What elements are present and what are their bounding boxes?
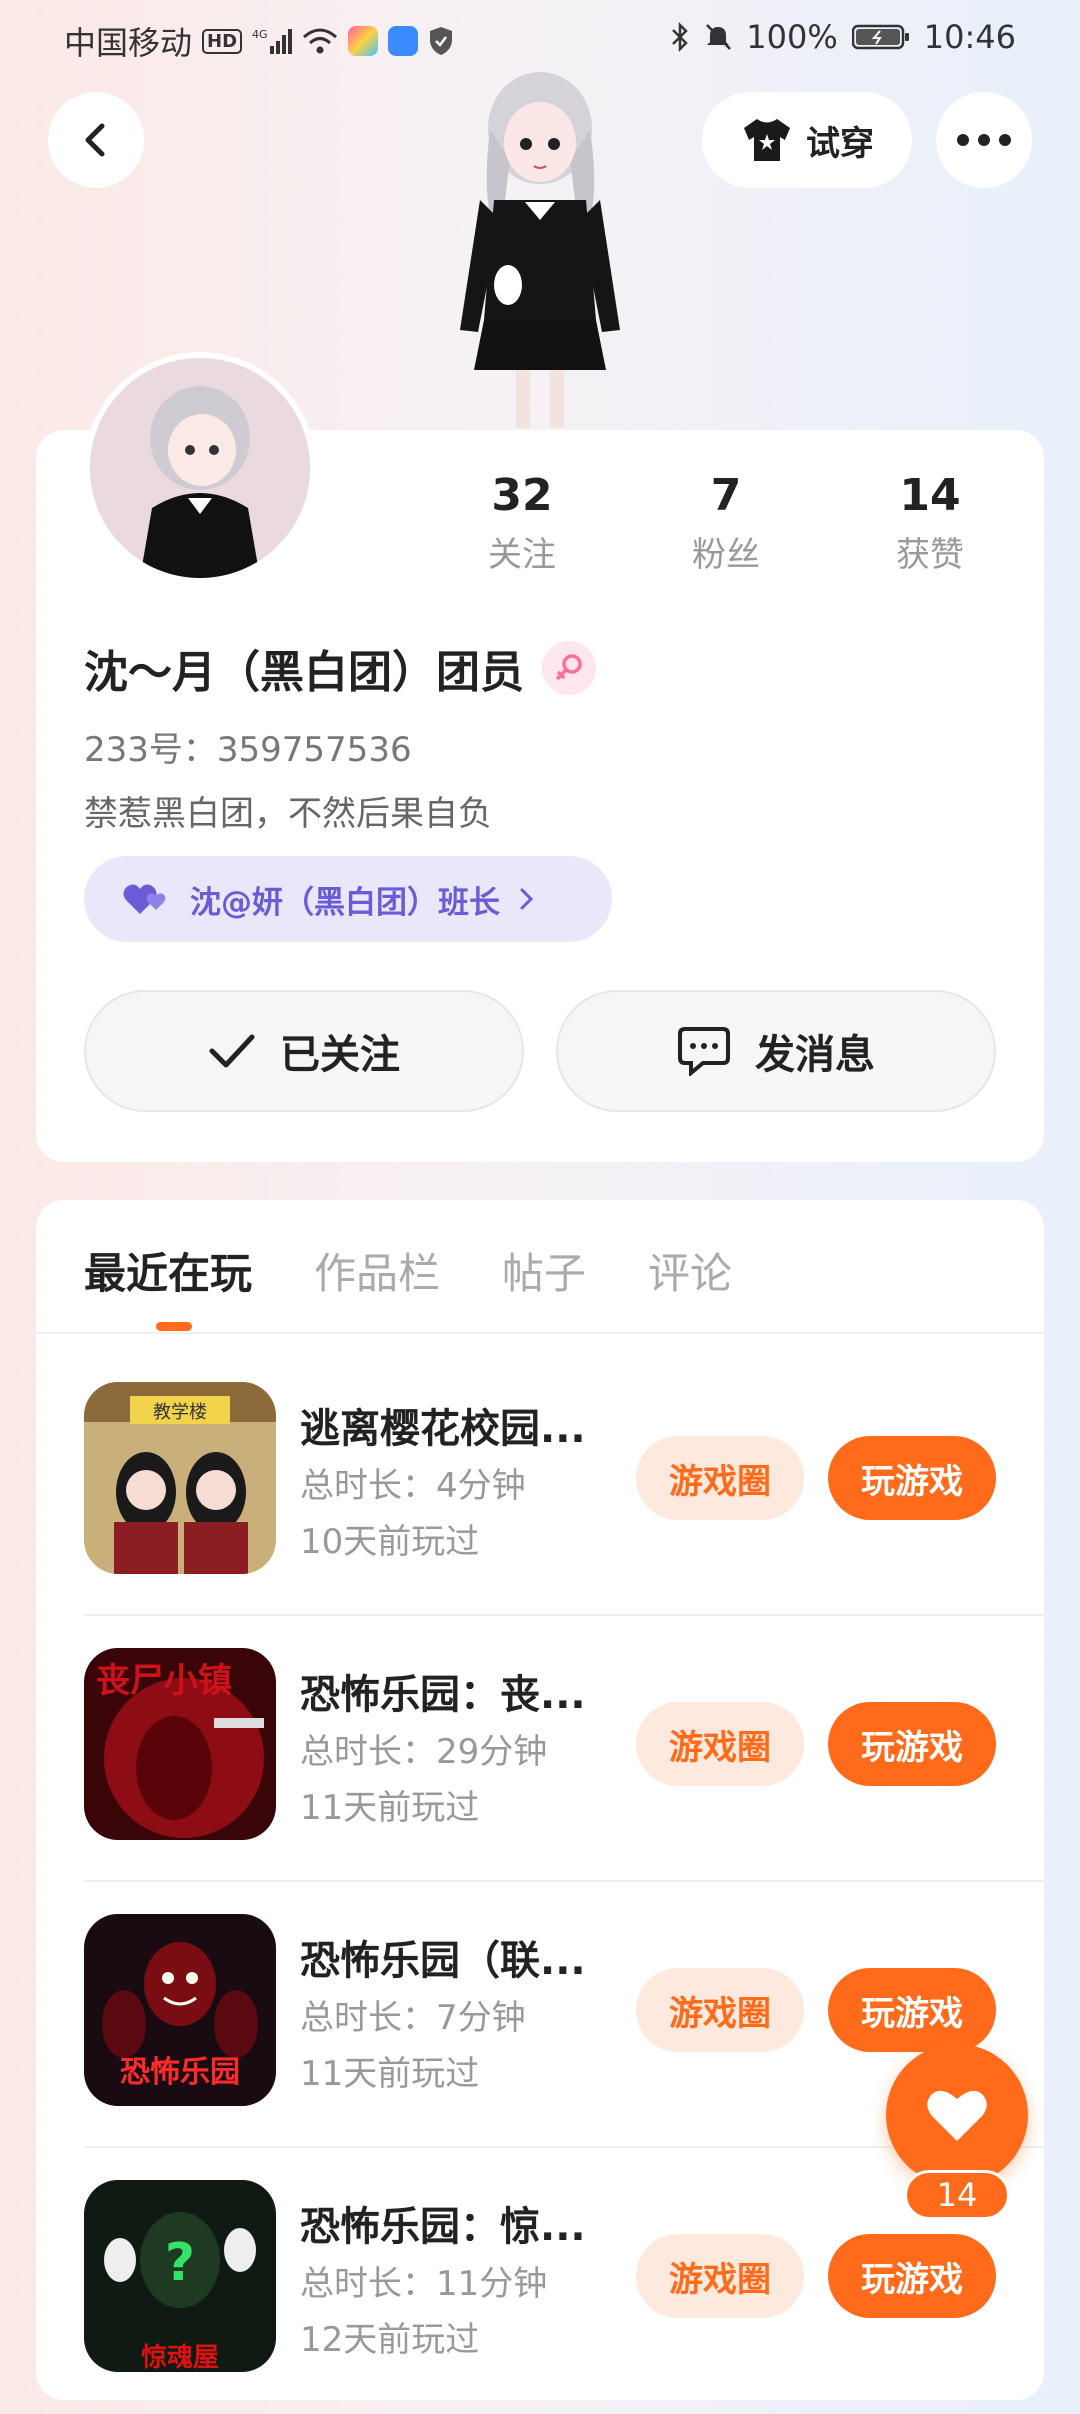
tab-works[interactable]: 作品栏 <box>314 1240 440 1301</box>
cloud-notification-icon <box>388 26 419 56</box>
game-list-item[interactable]: ? 惊魂屋 恐怖乐园：惊... 总时长：11分钟 12天前玩过 游戏圈 玩游戏 <box>84 2148 1044 2414</box>
back-button[interactable] <box>48 92 144 188</box>
more-button[interactable] <box>936 92 1032 188</box>
try-on-label: 试穿 <box>806 123 874 164</box>
game-duration: 总时长：29分钟 <box>300 1732 548 1772</box>
carrier-label: 中国移动 <box>64 24 193 62</box>
tabs-divider <box>36 1332 1044 1334</box>
wifi-icon <box>302 27 338 55</box>
svg-text:?: ? <box>165 2233 195 2293</box>
game-circle-button[interactable]: 游戏圈 <box>636 2234 804 2318</box>
svg-text:惊魂屋: 惊魂屋 <box>141 2343 219 2372</box>
chevron-right-icon <box>520 888 534 910</box>
game-last-played: 10天前玩过 <box>300 1522 480 1562</box>
following-label: 关注 <box>488 535 556 575</box>
game-icon-horror-park: 恐怖乐园 <box>84 1914 276 2106</box>
game-title: 恐怖乐园：丧... <box>300 1672 586 1718</box>
likes-label: 获赞 <box>896 535 964 575</box>
svg-text:恐怖乐园: 恐怖乐园 <box>120 2055 240 2090</box>
message-label: 发消息 <box>755 1032 875 1078</box>
chat-bubble-icon <box>678 1027 730 1076</box>
play-game-button[interactable]: 玩游戏 <box>828 1702 996 1786</box>
profile-tabs: 最近在玩 作品栏 帖子 评论 <box>84 1240 732 1301</box>
try-on-button[interactable]: 试穿 <box>702 92 912 188</box>
tab-recent-play[interactable]: 最近在玩 <box>84 1240 252 1301</box>
svg-text:教学楼: 教学楼 <box>153 1402 207 1423</box>
game-list-item[interactable]: 教学楼 逃离樱花校园... 总时长：4分钟 10天前玩过 游戏圈 玩游戏 <box>84 1350 1044 1616</box>
avatar[interactable] <box>84 352 316 584</box>
user-bio: 禁惹黑白团，不然后果自负 <box>84 794 492 834</box>
game-duration: 总时长：7分钟 <box>300 1998 526 2038</box>
username: 沈～月（黑白团）团员 <box>84 647 524 698</box>
svg-text:丧尸小镇: 丧尸小镇 <box>96 1661 232 1701</box>
game-title: 恐怖乐园：惊... <box>300 2204 586 2250</box>
play-game-button[interactable]: 玩游戏 <box>828 1968 996 2052</box>
game-title: 恐怖乐园（联... <box>300 1938 586 1984</box>
tab-posts[interactable]: 帖子 <box>502 1240 586 1301</box>
game-icon-zombie-town: 丧尸小镇 <box>84 1648 276 1840</box>
check-icon <box>209 1034 255 1068</box>
game-duration: 总时长：4分钟 <box>300 1466 526 1506</box>
shield-icon <box>428 26 454 56</box>
tab-comments[interactable]: 评论 <box>648 1240 732 1301</box>
status-bar: 中国移动 HD 4G 100% 10:46 <box>0 0 1080 76</box>
game-list-item[interactable]: 丧尸小镇 恐怖乐园：丧... 总时长：29分钟 11天前玩过 游戏圈 玩游戏 <box>84 1616 1044 1882</box>
more-dots-icon <box>957 134 1011 146</box>
clock: 10:46 <box>923 18 1016 56</box>
likes-count: 14 <box>899 470 961 521</box>
game-last-played: 11天前玩过 <box>300 2054 480 2094</box>
game-title: 逃离樱花校园... <box>300 1406 586 1452</box>
game-last-played: 12天前玩过 <box>300 2320 480 2360</box>
app-notification-icon <box>348 26 379 56</box>
battery-icon <box>851 23 910 51</box>
game-icon-horror-house: ? 惊魂屋 <box>84 2180 276 2372</box>
bluetooth-icon <box>670 22 690 52</box>
following-count: 32 <box>491 470 553 521</box>
followers-label: 粉丝 <box>692 535 760 575</box>
double-heart-icon <box>123 884 166 914</box>
battery-percent: 100% <box>746 18 838 56</box>
tab-indicator <box>156 1322 192 1331</box>
name-row: 沈～月（黑白团）团员 <box>84 636 596 700</box>
game-last-played: 11天前玩过 <box>300 1788 480 1828</box>
signal-icon: 4G <box>252 26 293 56</box>
female-gender-icon <box>542 641 596 695</box>
chevron-left-icon <box>85 123 105 157</box>
hd-icon: HD <box>202 28 243 54</box>
stat-following[interactable]: 32 关注 <box>442 470 602 576</box>
relationship-label: 沈@妍（黑白团）班长 <box>190 884 500 921</box>
tshirt-icon <box>744 119 790 161</box>
svg-text:4G: 4G <box>252 28 268 41</box>
followed-button[interactable]: 已关注 <box>84 990 524 1112</box>
mute-icon <box>704 22 732 52</box>
relationship-badge[interactable]: 沈@妍（黑白团）班长 <box>84 856 612 942</box>
stat-followers[interactable]: 7 粉丝 <box>646 470 806 576</box>
game-duration: 总时长：11分钟 <box>300 2264 548 2304</box>
followed-label: 已关注 <box>280 1032 400 1078</box>
followers-count: 7 <box>710 470 742 521</box>
user-id: 233号：359757536 <box>84 730 412 770</box>
stat-likes[interactable]: 14 获赞 <box>850 470 1010 576</box>
game-circle-button[interactable]: 游戏圈 <box>636 1702 804 1786</box>
like-count-badge: 14 <box>904 2170 1010 2220</box>
game-circle-button[interactable]: 游戏圈 <box>636 1436 804 1520</box>
play-game-button[interactable]: 玩游戏 <box>828 1436 996 1520</box>
heart-icon <box>927 2090 987 2141</box>
message-button[interactable]: 发消息 <box>556 990 996 1112</box>
character-illustration <box>420 70 660 430</box>
like-button[interactable] <box>886 2044 1028 2186</box>
game-icon-school: 教学楼 <box>84 1382 276 1574</box>
play-game-button[interactable]: 玩游戏 <box>828 2234 996 2318</box>
game-circle-button[interactable]: 游戏圈 <box>636 1968 804 2052</box>
